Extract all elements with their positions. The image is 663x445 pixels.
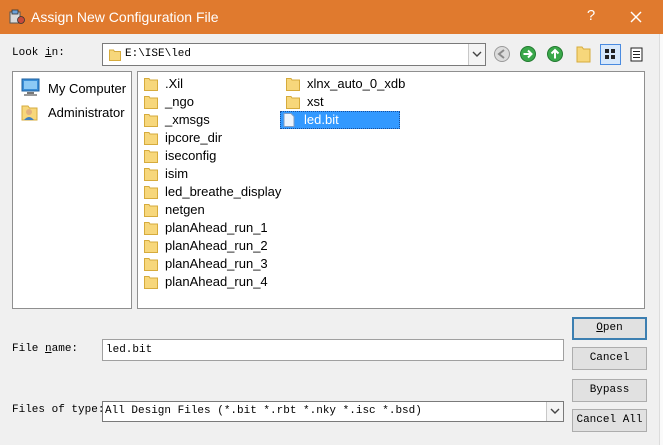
chevron-down-icon [550,408,560,414]
look-in-path: E:\ISE\led [125,48,192,60]
new-folder-icon[interactable] [575,44,593,64]
folder-item-label: _xmsgs [165,112,210,127]
folder-item-label: planAhead_run_4 [165,274,268,289]
folder-icon [144,186,158,199]
detail-view-icon [630,47,643,62]
file-name-input[interactable]: led.bit [102,339,564,361]
window-edge [659,34,663,445]
folder-icon [144,240,158,253]
folder-item-label: planAhead_run_2 [165,238,268,253]
list-view-button[interactable] [600,44,621,65]
sidebar-item-label: Administrator [48,105,125,120]
close-icon[interactable] [622,5,650,29]
list-view-icon [605,49,615,59]
cancel-button[interactable]: Cancel [572,347,647,370]
file-name-value: led.bit [106,344,153,356]
computer-icon [21,78,40,96]
forward-icon[interactable] [519,45,537,63]
folder-item-label: planAhead_run_1 [165,220,268,235]
sidebar-item-administrator[interactable]: Administrator [20,102,130,122]
detail-view-button[interactable] [626,44,647,65]
sidebar-item-label: My Computer [48,81,127,96]
file-type-dropdown-button[interactable] [546,402,563,421]
folder-item-label: netgen [165,202,205,217]
look-in-combo[interactable]: E:\ISE\led [102,43,486,66]
folder-icon [144,78,158,91]
look-in-label: Look in: [12,47,65,59]
user-folder-icon [21,105,38,121]
selection-highlight [280,111,400,129]
help-button[interactable]: ? [583,7,599,24]
file-type-label: Files of type: [12,404,105,416]
folder-item-label: xst [307,94,324,109]
folder-icon [144,132,158,145]
app-icon [9,9,25,24]
folder-icon [144,168,158,181]
folder-item-label: .Xil [165,76,184,91]
up-folder-icon[interactable] [546,45,564,63]
folder-icon [144,258,158,271]
folder-icon [109,49,121,61]
sidebar-item-my-computer[interactable]: My Computer [20,78,130,98]
folder-icon [144,96,158,109]
folder-icon [144,222,158,235]
file-type-value: All Design Files (*.bit *.rbt *.nky *.is… [105,405,422,417]
folder-item-label: ipcore_dir [165,130,223,145]
file-type-combo[interactable]: All Design Files (*.bit *.rbt *.nky *.is… [102,401,564,422]
file-name-label: File name: [12,343,79,355]
folder-icon [144,150,158,163]
back-icon[interactable] [493,45,511,63]
folder-item-label: iseconfig [165,148,217,163]
chevron-down-icon [472,51,482,57]
window-title: Assign New Configuration File [31,9,219,25]
open-button[interactable]: Open [572,317,647,340]
bypass-button[interactable]: Bypass [572,379,647,402]
look-in-dropdown-button[interactable] [468,44,485,65]
folder-icon [144,276,158,289]
folder-item-label: planAhead_run_3 [165,256,268,271]
folder-item-label: led_breathe_display [165,184,282,199]
folder-icon [144,114,158,127]
file-icon [283,113,295,127]
folder-item-label: isim [165,166,189,181]
folder-icon [144,204,158,217]
folder-icon [286,96,300,109]
cancel-all-button[interactable]: Cancel All [572,409,647,432]
folder-item-label: _ngo [165,94,194,109]
title-bar: Assign New Configuration File ? [0,0,663,34]
places-sidebar: My Computer Administrator [12,71,132,309]
file-list[interactable]: .Xil _ngo _xmsgs ipcore_dir iseconfig isim led… [137,71,645,309]
folder-icon [286,78,300,91]
folder-item-label: xlnx_auto_0_xdb [307,76,406,91]
